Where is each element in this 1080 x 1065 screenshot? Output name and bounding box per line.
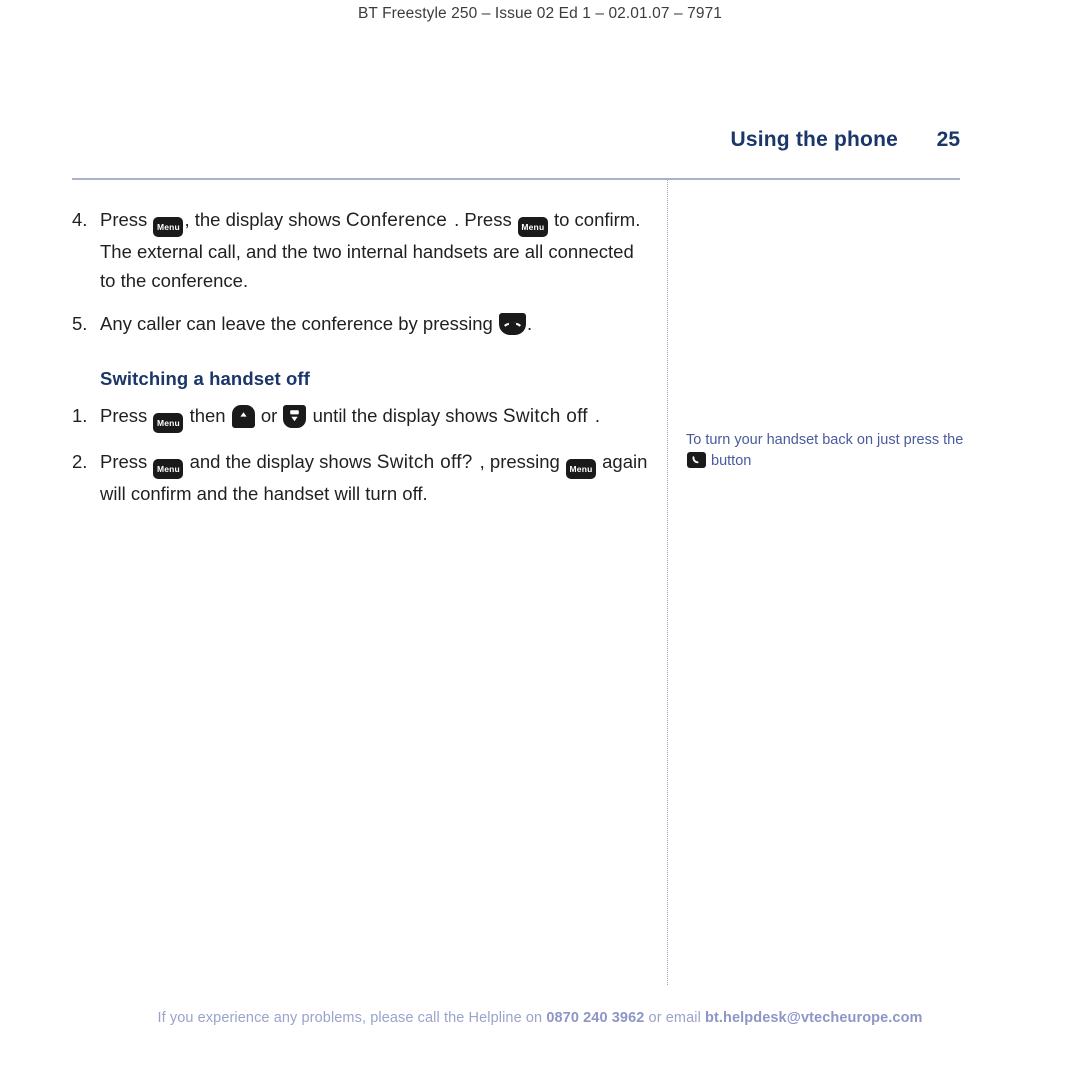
header-divider [72, 178, 960, 180]
text-run: or [255, 405, 283, 426]
list-item-number: 1. [72, 405, 88, 426]
page-footer: If you experience any problems, please c… [0, 1010, 1080, 1026]
menu-key-icon: Menu [517, 217, 548, 237]
list-item: 5. Any caller can leave the conference b… [72, 309, 652, 338]
side-note-text: To turn your handset back on just press … [686, 432, 964, 448]
helpline-phone: 0870 240 3962 [546, 1010, 645, 1026]
display-text: Conference [345, 210, 448, 231]
list-item: 1. Press Menu then or until the display … [72, 401, 652, 433]
running-header: BT Freestyle 250 – Issue 02 Ed 1 – 02.01… [357, 5, 723, 22]
text-run: Press [100, 451, 153, 472]
text-run: and the display shows [184, 451, 377, 472]
text-run: Press [100, 405, 153, 426]
text-run: Any caller can leave the conference by p… [100, 313, 498, 334]
menu-key-icon: Menu [153, 217, 184, 237]
text-run: then [184, 405, 231, 426]
display-text: Switch off [502, 406, 588, 427]
list-item: 2. Press Menu and the display shows Swit… [72, 447, 652, 508]
list-item-body: Any caller can leave the conference by p… [100, 309, 652, 338]
helpdesk-email: bt.helpdesk@vtecheurope.com [705, 1010, 923, 1026]
display-text: Switch off? [376, 452, 473, 473]
talk-key-icon [687, 452, 706, 468]
list-item-number: 5. [72, 313, 88, 334]
list-item-number: 4. [72, 209, 88, 230]
text-run: , the display shows [184, 209, 346, 230]
end-call-key-icon [498, 313, 526, 335]
section-heading: Switching a handset off [100, 368, 310, 389]
text-run: . Press [454, 209, 517, 230]
list-item-body: Press Menu then or until the display sho… [100, 401, 652, 433]
footer-text: If you experience any problems, please c… [157, 1010, 547, 1026]
up-arrow-key-icon [231, 405, 255, 428]
down-arrow-key-icon [283, 405, 307, 428]
text-run: . [594, 405, 601, 426]
text-run: , pressing [479, 451, 565, 472]
list-item: 4. Press Menu, the display shows Confere… [72, 205, 652, 295]
main-content-column: 4. Press Menu, the display shows Confere… [72, 205, 652, 522]
menu-key-icon: Menu [153, 413, 184, 433]
list-item-body: Press Menu and the display shows Switch … [100, 447, 652, 508]
side-note-text: button [707, 453, 752, 469]
text-run: . [526, 313, 533, 334]
list-item-number: 2. [72, 451, 88, 472]
text-run: Press [100, 209, 153, 230]
side-note: To turn your handset back on just press … [686, 430, 968, 472]
chapter-title-row: Using the phone 25 [72, 128, 961, 152]
text-run: until the display shows [307, 405, 503, 426]
menu-key-icon: Menu [153, 459, 184, 479]
page-number: 25 [936, 128, 960, 151]
footer-text: or email [644, 1010, 706, 1026]
list-item-body: Press Menu, the display shows Conference… [100, 205, 652, 295]
menu-key-icon: Menu [566, 459, 596, 479]
column-divider [667, 180, 668, 985]
page-title: Using the phone [730, 128, 898, 151]
